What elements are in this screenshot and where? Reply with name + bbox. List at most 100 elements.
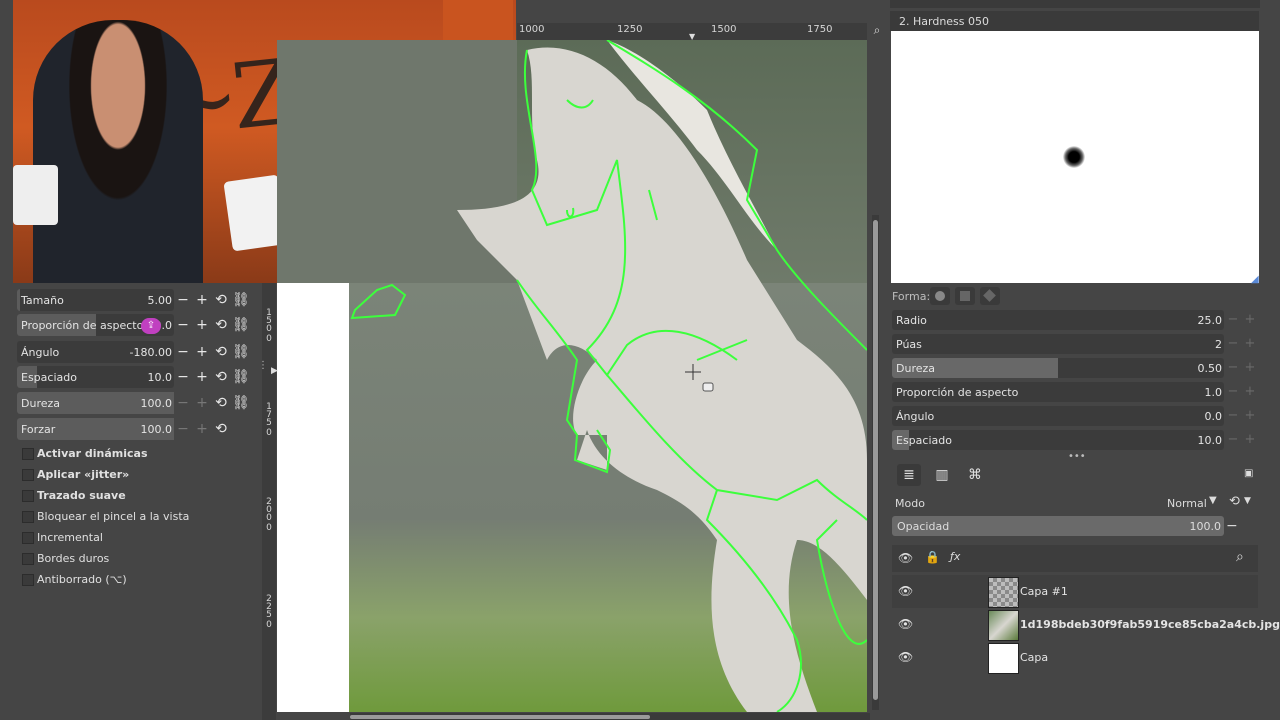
visibility-header-eye-icon[interactable]: 👁 xyxy=(898,551,913,565)
checkbox-label[interactable]: Incremental xyxy=(37,531,103,544)
decrease-icon[interactable]: − xyxy=(1226,385,1240,399)
tool-slider-0[interactable]: Tamaño 5.00 xyxy=(17,289,174,311)
reset-icon[interactable]: ⟲ xyxy=(213,292,229,308)
increase-icon[interactable]: + xyxy=(194,292,210,308)
brush-param-slider-3[interactable]: Proporción de aspecto 1.0 xyxy=(892,382,1224,402)
panel-menu-icon[interactable]: ▣ xyxy=(1244,468,1256,480)
checkbox[interactable] xyxy=(22,574,34,586)
layer-visibility-eye-icon[interactable]: 👁 xyxy=(898,584,913,598)
link-chain-icon[interactable]: ⛓ xyxy=(232,395,250,411)
link-chain-icon[interactable]: ⛓ xyxy=(232,317,250,333)
increase-icon[interactable]: + xyxy=(1243,361,1257,375)
mode-options-chevron-icon[interactable]: ▼ xyxy=(1244,496,1251,506)
layer-name[interactable]: 1d198bdeb30f9fab5919ce85cba2a4cb.jpg xyxy=(1020,618,1280,631)
decrease-icon[interactable]: − xyxy=(175,421,191,437)
tool-slider-5[interactable]: Forzar 100.0 xyxy=(17,418,174,440)
ruler-vertical[interactable]: 1500175020002250 xyxy=(262,283,276,720)
checkbox[interactable] xyxy=(22,511,34,523)
panel-resize-handle-icon[interactable]: ••• xyxy=(1068,451,1086,462)
dock-tab-strip[interactable] xyxy=(890,0,1260,8)
layers-tab-icon[interactable]: ≣ xyxy=(897,464,921,486)
param-label: Púas xyxy=(896,338,922,351)
brush-param-slider-5[interactable]: Espaciado 10.0 xyxy=(892,430,1224,450)
brush-param-slider-0[interactable]: Radio 25.0 xyxy=(892,310,1224,330)
mode-reset-icon[interactable]: ⟲ xyxy=(1229,494,1240,509)
channels-tab-icon[interactable]: ▥ xyxy=(930,464,954,486)
search-icon[interactable]: ⌕ xyxy=(1236,549,1244,565)
scroll-thumb[interactable] xyxy=(873,220,878,700)
layer-row[interactable]: 👁 Capa #1 xyxy=(892,575,1258,608)
reset-icon[interactable]: ⟲ xyxy=(213,421,229,437)
link-chain-icon[interactable]: ⛓ xyxy=(232,344,250,360)
mode-dropdown-chevron-icon[interactable]: ▼ xyxy=(1209,495,1217,506)
reset-icon[interactable]: ⟲ xyxy=(213,369,229,385)
canvas-vertical-scrollbar[interactable] xyxy=(872,215,879,710)
paths-tab-icon[interactable]: ⌘ xyxy=(963,464,987,486)
lock-header-icon[interactable]: 🔒 xyxy=(925,550,940,564)
link-chain-icon[interactable]: ⛓ xyxy=(232,292,250,308)
link-chain-badge-icon[interactable]: ⇪ xyxy=(141,318,161,334)
zoom-search-icon[interactable]: ⌕ xyxy=(868,23,886,40)
scroll-thumb[interactable] xyxy=(350,715,650,719)
checkbox[interactable] xyxy=(22,448,34,460)
checkbox-label[interactable]: Aplicar «jitter» xyxy=(37,468,129,481)
layer-row[interactable]: 👁 Capa xyxy=(892,641,1258,674)
layer-visibility-eye-icon[interactable]: 👁 xyxy=(898,650,913,664)
decrease-icon[interactable]: − xyxy=(175,395,191,411)
checkbox-label[interactable]: Bloquear el pincel a la vista xyxy=(37,510,189,523)
increase-icon[interactable]: + xyxy=(1243,409,1257,423)
decrease-icon[interactable]: − xyxy=(175,292,191,308)
brush-param-slider-2[interactable]: Dureza 0.50 xyxy=(892,358,1224,378)
opacity-decrease-icon[interactable]: − xyxy=(1226,518,1238,534)
increase-icon[interactable]: + xyxy=(194,421,210,437)
link-chain-icon[interactable]: ⛓ xyxy=(232,369,250,385)
dock-resize-handle-icon[interactable]: ⋮ xyxy=(258,360,268,380)
increase-icon[interactable]: + xyxy=(194,344,210,360)
reset-icon[interactable]: ⟲ xyxy=(213,317,229,333)
brush-param-slider-4[interactable]: Ángulo 0.0 xyxy=(892,406,1224,426)
resize-corner-icon[interactable]: ◢ xyxy=(1251,274,1259,285)
increase-icon[interactable]: + xyxy=(1243,433,1257,447)
checkbox-label[interactable]: Bordes duros xyxy=(37,552,109,565)
checkbox[interactable] xyxy=(22,469,34,481)
decrease-icon[interactable]: − xyxy=(1226,433,1240,447)
reset-icon[interactable]: ⟲ xyxy=(213,344,229,360)
decrease-icon[interactable]: − xyxy=(175,317,191,333)
decrease-icon[interactable]: − xyxy=(1226,337,1240,351)
shape-square-button[interactable] xyxy=(955,287,975,305)
checkbox-label[interactable]: Trazado suave xyxy=(37,489,126,502)
decrease-icon[interactable]: − xyxy=(1226,361,1240,375)
reset-icon[interactable]: ⟲ xyxy=(213,395,229,411)
checkbox[interactable] xyxy=(22,553,34,565)
decrease-icon[interactable]: − xyxy=(175,369,191,385)
tool-slider-3[interactable]: Espaciado 10.0 xyxy=(17,366,174,388)
shape-circle-button[interactable] xyxy=(930,287,950,305)
mode-dropdown[interactable]: Normal xyxy=(1167,497,1207,510)
tool-slider-2[interactable]: Ángulo -180.00 xyxy=(17,341,174,363)
tool-slider-4[interactable]: Dureza 100.0 xyxy=(17,392,174,414)
increase-icon[interactable]: + xyxy=(194,369,210,385)
effects-header-fx-icon[interactable]: ƒx xyxy=(950,550,960,563)
checkbox[interactable] xyxy=(22,490,34,502)
layer-name[interactable]: Capa #1 xyxy=(1020,585,1068,598)
image-canvas[interactable] xyxy=(277,40,867,712)
ruler-horizontal[interactable]: 1000 1250 1500 1750 ▼ xyxy=(517,23,867,41)
increase-icon[interactable]: + xyxy=(194,317,210,333)
layer-row[interactable]: 👁 1d198bdeb30f9fab5919ce85cba2a4cb.jpg xyxy=(892,608,1280,641)
increase-icon[interactable]: + xyxy=(1243,313,1257,327)
canvas-horizontal-scrollbar[interactable] xyxy=(350,713,870,720)
brush-param-slider-1[interactable]: Púas 2 xyxy=(892,334,1224,354)
decrease-icon[interactable]: − xyxy=(175,344,191,360)
checkbox-label[interactable]: Antiborrado (⌥) xyxy=(37,573,127,586)
decrease-icon[interactable]: − xyxy=(1226,313,1240,327)
layer-name[interactable]: Capa xyxy=(1020,651,1048,664)
decrease-icon[interactable]: − xyxy=(1226,409,1240,423)
increase-icon[interactable]: + xyxy=(1243,337,1257,351)
increase-icon[interactable]: + xyxy=(194,395,210,411)
increase-icon[interactable]: + xyxy=(1243,385,1257,399)
checkbox-label[interactable]: Activar dinámicas xyxy=(37,447,148,460)
opacity-slider[interactable]: Opacidad 100.0 xyxy=(892,516,1224,536)
shape-diamond-button[interactable] xyxy=(980,287,1000,305)
layer-visibility-eye-icon[interactable]: 👁 xyxy=(898,617,913,631)
checkbox[interactable] xyxy=(22,532,34,544)
